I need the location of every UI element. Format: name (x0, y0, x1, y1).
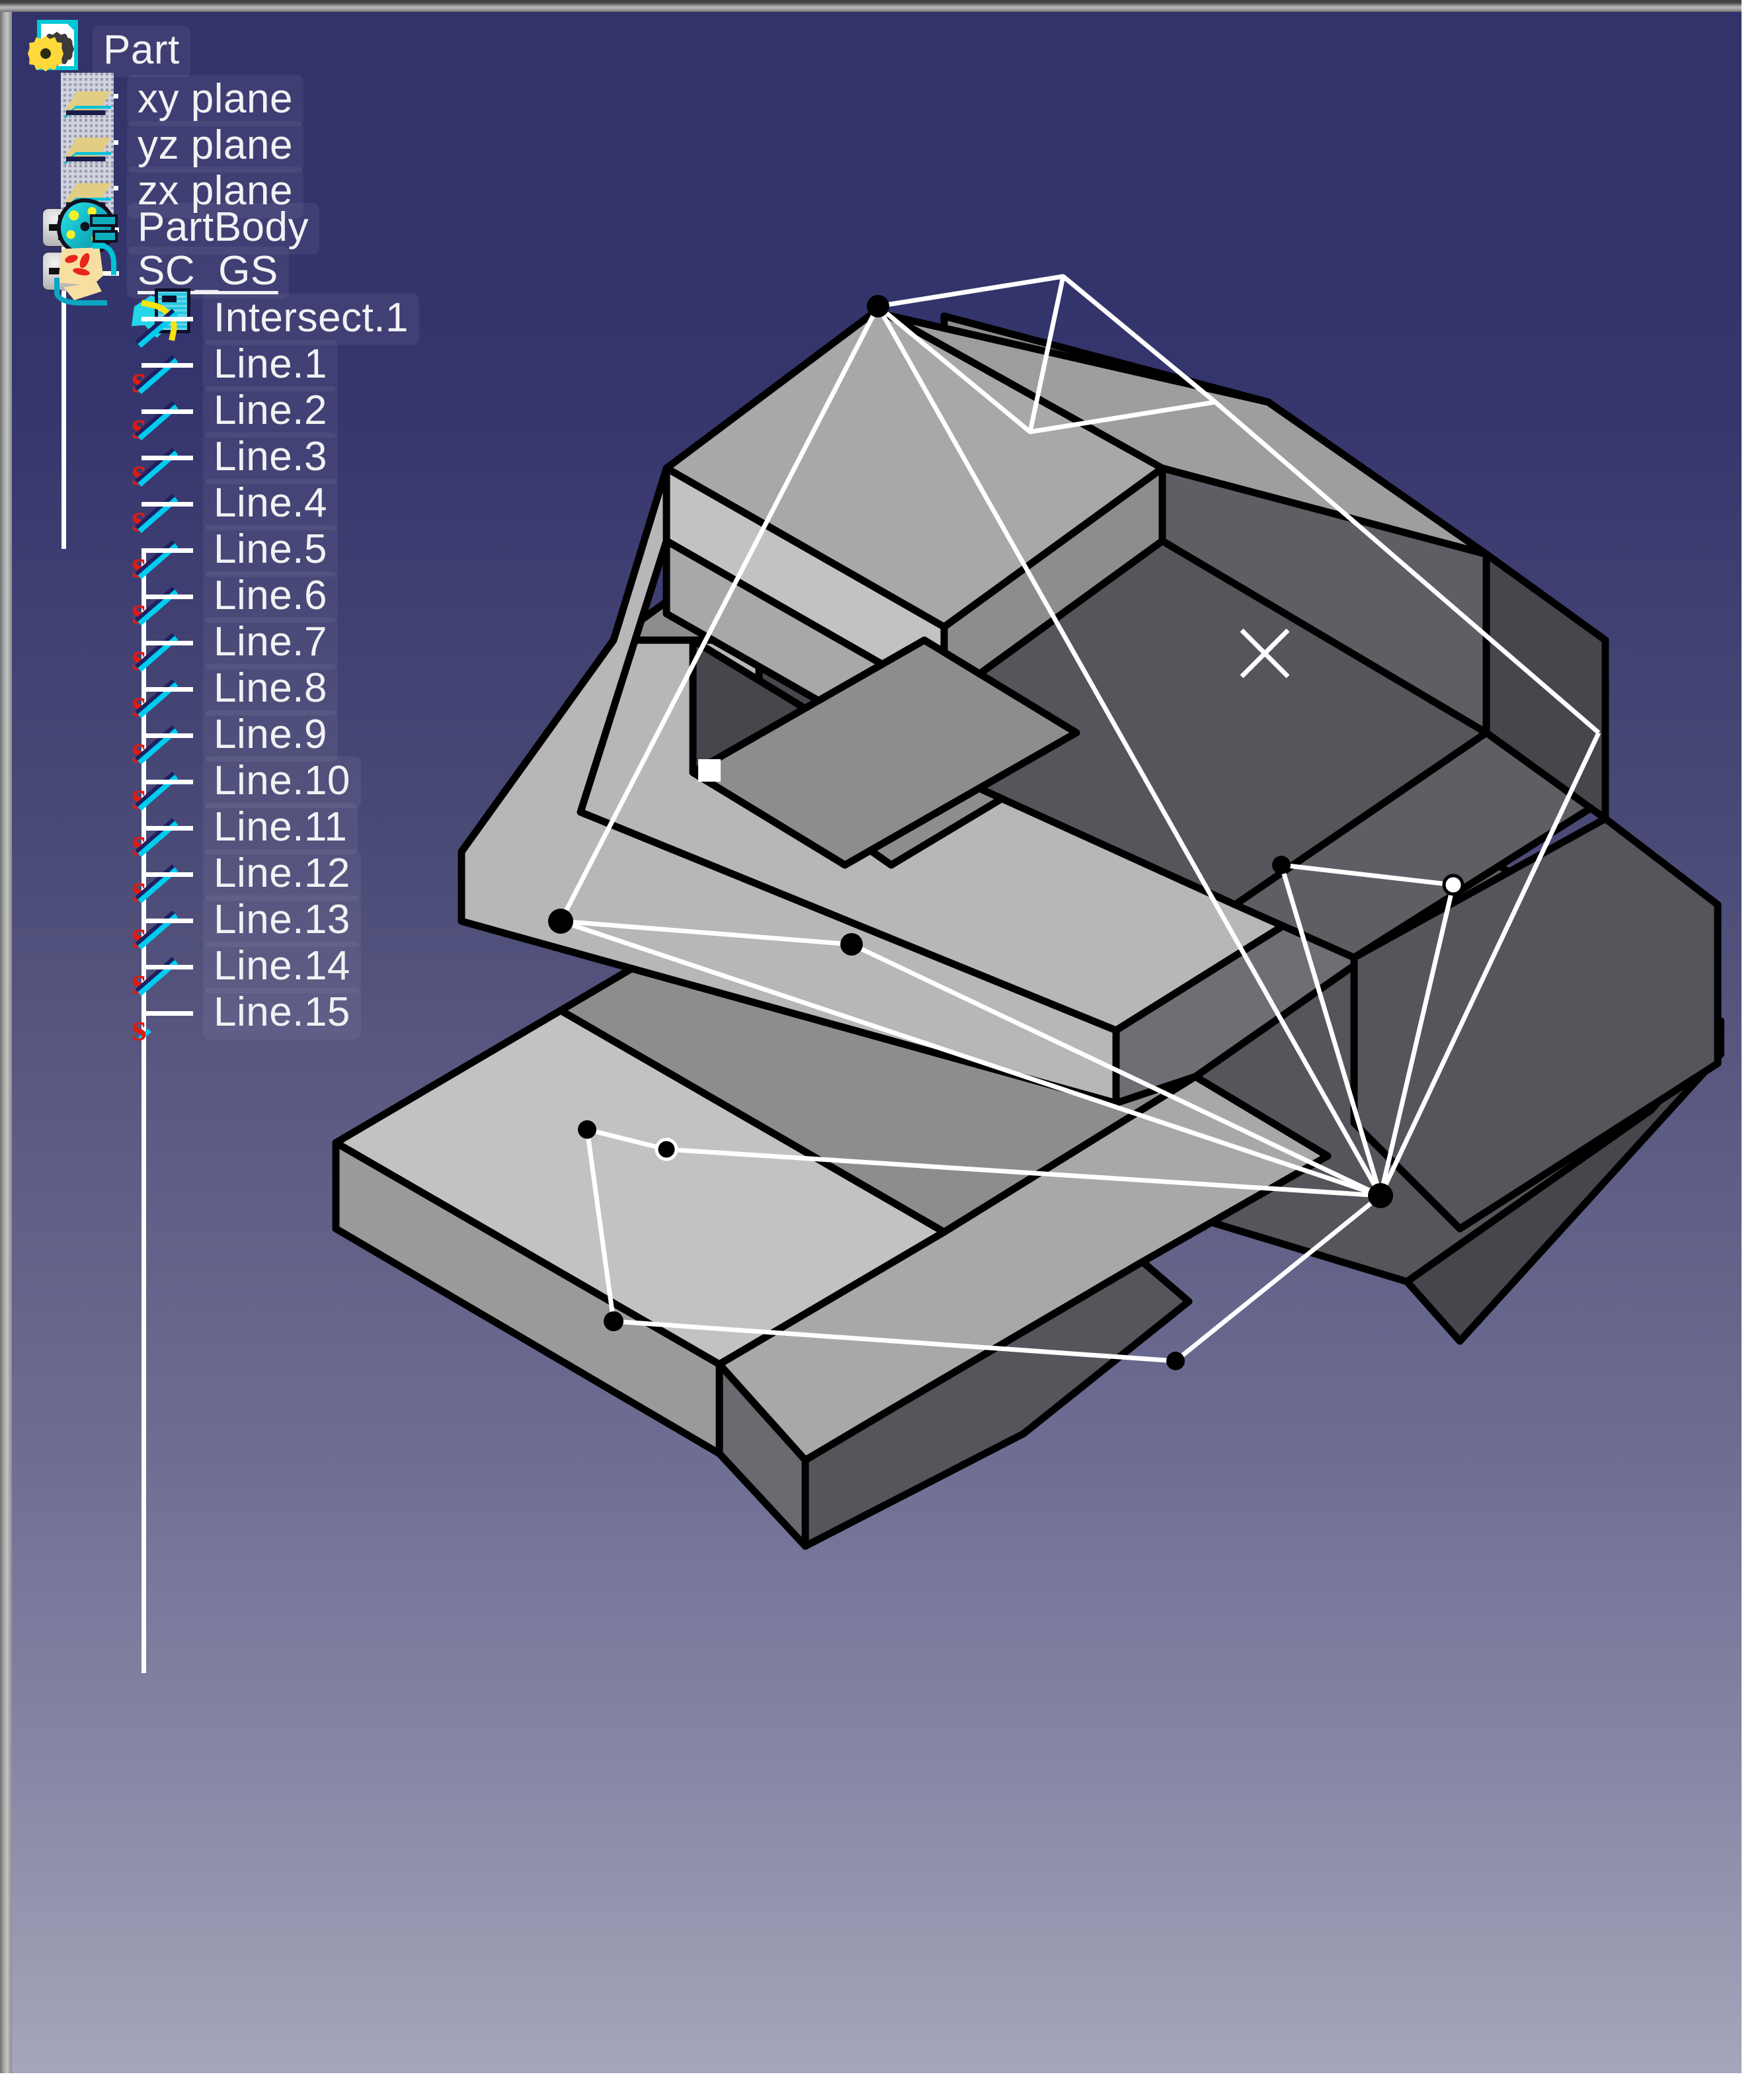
tree-branch-line-11 (141, 826, 193, 831)
tree-branch-line-2 (141, 409, 193, 414)
3d-viewport[interactable]: Part xy plane yz plane zx plane PartBody… (12, 12, 1742, 2073)
tree-branch-line-3 (141, 456, 193, 460)
window-left-border (0, 12, 12, 2073)
geometrical-set-icon (52, 239, 118, 306)
tree-node-label: Line.15 (203, 988, 361, 1040)
tree-branch-line-12 (141, 872, 193, 877)
tree-branch-line-1 (141, 363, 193, 368)
tree-branch-line-8 (141, 687, 193, 692)
tree-branch-line-15 (141, 1011, 193, 1016)
3d-model-stepped-pyramid[interactable] (296, 270, 1724, 1725)
tree-branch-line-5 (141, 548, 193, 553)
tree-branch-line-4 (141, 502, 193, 507)
cad-application-window: { "window": { "title": "Part" }, "tree":… (0, 0, 1764, 2097)
tree-trunk-level2-end (141, 1665, 146, 1673)
tree-branch-line-6 (141, 595, 193, 599)
tree-branch-intersect-1 (141, 317, 193, 321)
tree-branch-line-7 (141, 641, 193, 645)
tree-branch-line-14 (141, 965, 193, 969)
tree-branch-line-13 (141, 919, 193, 923)
tree-branch-line-9 (141, 733, 193, 738)
window-top-border (0, 0, 1742, 12)
specification-tree[interactable]: Part xy plane yz plane zx plane PartBody… (12, 12, 475, 2062)
tree-branch-line-10 (141, 780, 193, 784)
